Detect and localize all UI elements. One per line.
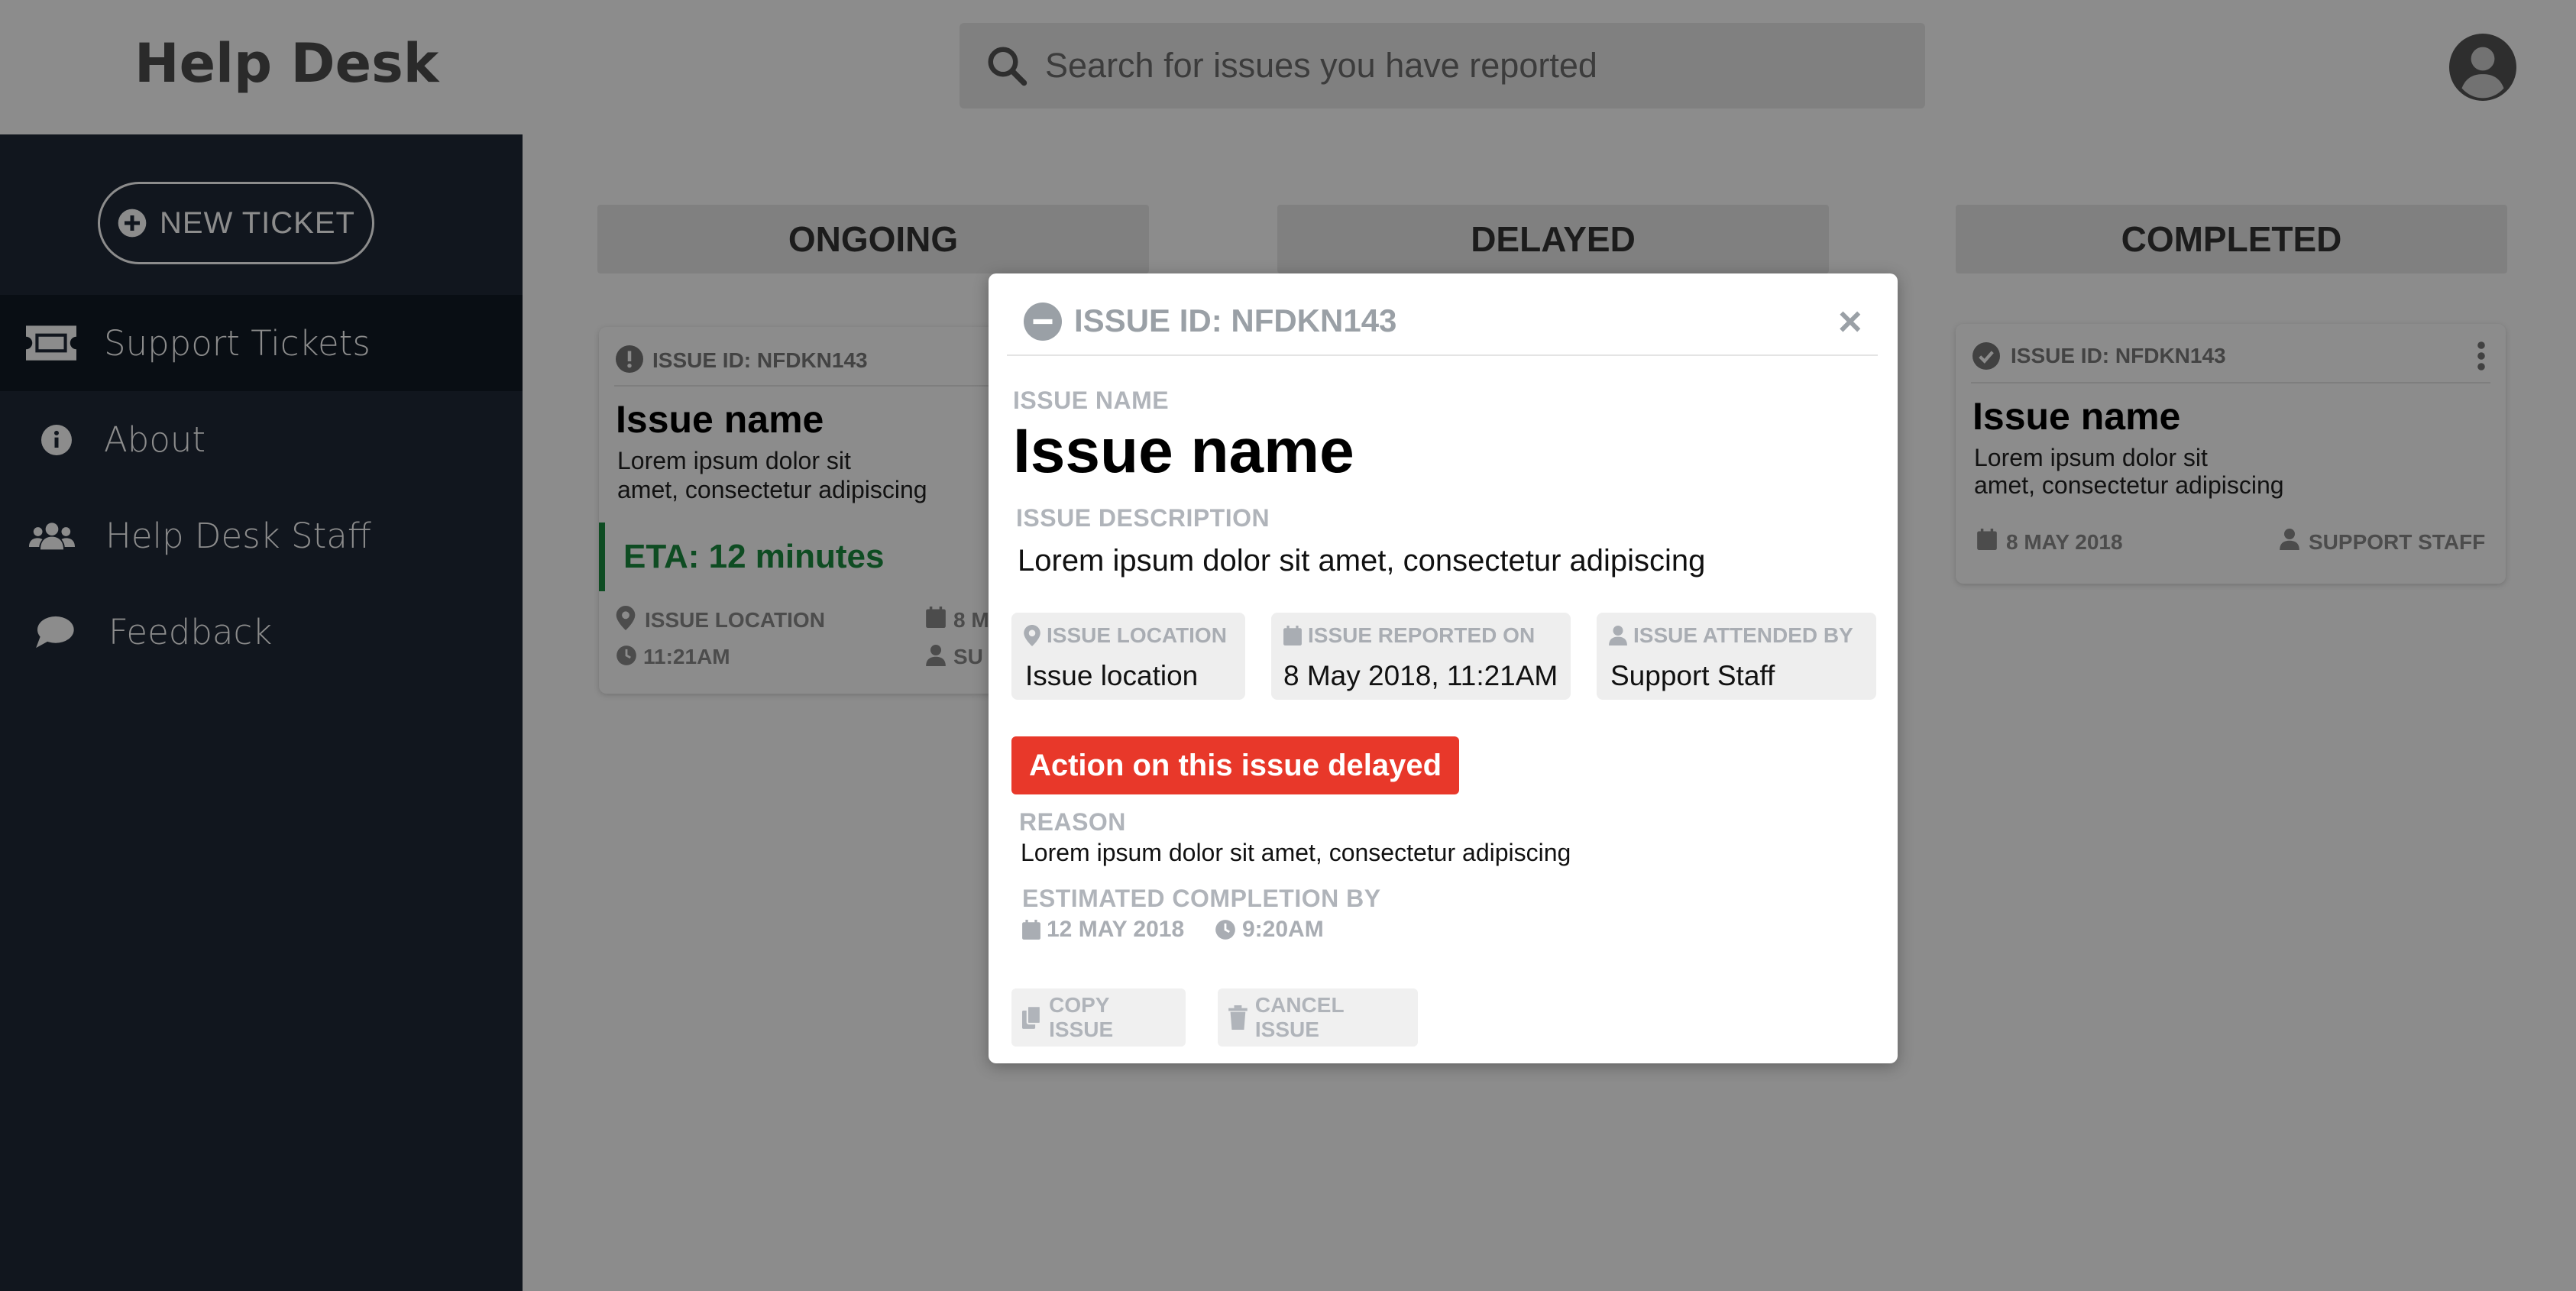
calendar-icon — [1283, 626, 1302, 646]
reason-text: Lorem ipsum dolor sit amet, consectetur … — [1021, 839, 1571, 866]
estimated-date: 12 MAY 2018 — [1022, 917, 1184, 943]
delay-status-banner: Action on this issue delayed — [1011, 736, 1459, 794]
copy-issue-button[interactable]: COPY ISSUE — [1011, 988, 1186, 1047]
modal-issue-id: ISSUE ID: NFDKN143 — [1074, 303, 1397, 338]
location-pin-icon — [1024, 625, 1040, 646]
copy-issue-label: COPY ISSUE — [1049, 993, 1114, 1041]
issue-reported-box: ISSUE REPORTED ON 8 May 2018, 11:21AM — [1271, 613, 1571, 700]
issue-location-box: ISSUE LOCATION Issue location — [1011, 613, 1245, 700]
estimated-time-value: 9:20AM — [1242, 917, 1324, 942]
issue-reported: 8 May 2018, 11:21AM — [1283, 660, 1558, 691]
issue-reported-label: ISSUE REPORTED ON — [1308, 623, 1536, 647]
estimated-date-value: 12 MAY 2018 — [1047, 917, 1185, 942]
close-icon[interactable]: × — [1838, 298, 1862, 345]
issue-attended: Support Staff — [1610, 660, 1775, 691]
copy-icon — [1022, 1006, 1042, 1029]
estimated-completion-label: ESTIMATED COMPLETION BY — [1022, 885, 1381, 912]
issue-location-label: ISSUE LOCATION — [1047, 623, 1227, 647]
estimated-time: 9:20AM — [1215, 917, 1324, 943]
issue-attended-label: ISSUE ATTENDED BY — [1633, 623, 1853, 647]
issue-location: Issue location — [1025, 660, 1199, 691]
user-icon — [1609, 626, 1627, 646]
issue-detail-modal: ISSUE ID: NFDKN143 × ISSUE NAME Issue na… — [989, 273, 1898, 1063]
modal-header: ISSUE ID: NFDKN143 — [1007, 293, 1878, 356]
calendar-icon — [1022, 920, 1040, 940]
issue-description: Lorem ipsum dolor sit amet, consectetur … — [1018, 544, 1706, 578]
issue-name-label: ISSUE NAME — [1013, 387, 1170, 414]
issue-description-label: ISSUE DESCRIPTION — [1016, 504, 1270, 532]
cancel-issue-label: CANCEL ISSUE — [1254, 993, 1345, 1041]
issue-name: Issue name — [1013, 416, 1354, 486]
trash-icon — [1228, 1005, 1248, 1030]
minus-circle-icon — [1024, 303, 1062, 341]
issue-attended-box: ISSUE ATTENDED BY Support Staff — [1597, 613, 1876, 700]
cancel-issue-button[interactable]: CANCEL ISSUE — [1218, 988, 1418, 1047]
reason-label: REASON — [1019, 808, 1126, 836]
clock-icon — [1215, 920, 1235, 940]
